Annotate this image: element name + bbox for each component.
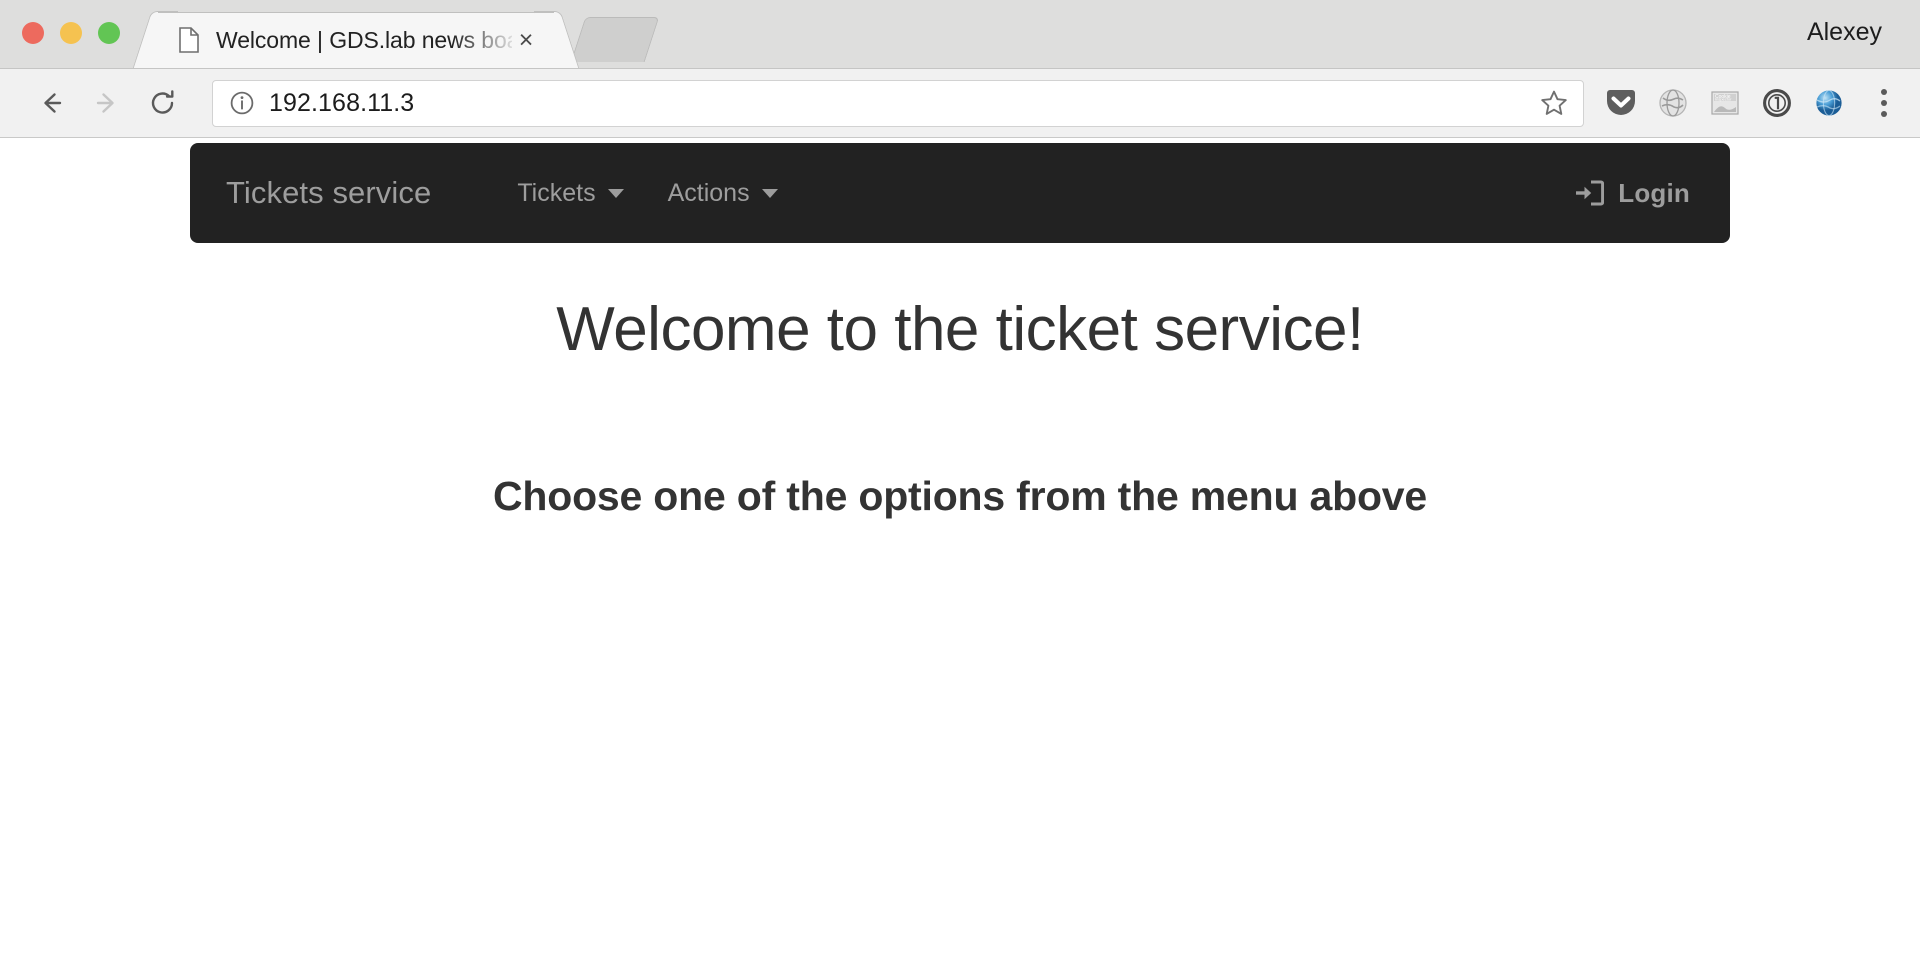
reload-button[interactable]	[140, 80, 186, 126]
globe-grey-icon[interactable]	[1652, 82, 1694, 124]
chrome-menu-button[interactable]	[1866, 82, 1902, 124]
chevron-down-icon	[761, 188, 778, 198]
nav-item-tickets[interactable]: Tickets	[495, 143, 645, 243]
browser-tab-inactive[interactable]	[570, 17, 660, 62]
onepassword-icon[interactable]	[1756, 82, 1798, 124]
svg-text:Inspector: Inspector	[1715, 97, 1732, 102]
page-subtitle: Choose one of the options from the menu …	[492, 473, 1428, 519]
close-window-button[interactable]	[22, 22, 44, 44]
tab-title: Welcome | GDS.lab news board	[216, 26, 512, 53]
page-content: Welcome to the ticket service! Choose on…	[0, 248, 1920, 520]
tab-strip: Welcome | GDS.lab news board × Alexey	[0, 0, 1920, 69]
navbar-menu: Tickets Actions	[495, 143, 1560, 243]
nav-item-actions-label: Actions	[667, 178, 750, 207]
login-button[interactable]: Login	[1560, 178, 1704, 209]
reload-icon	[151, 90, 174, 114]
forward-arrow-icon	[96, 93, 114, 113]
star-icon[interactable]	[1539, 88, 1569, 118]
back-arrow-icon	[44, 93, 62, 113]
page-viewport: Tickets service Tickets Actions Login We…	[0, 138, 1920, 980]
menu-dot	[1881, 100, 1887, 106]
extension-icons: Cookie Inspector	[1594, 82, 1902, 124]
document-icon	[178, 27, 200, 53]
profile-name[interactable]: Alexey	[1807, 18, 1882, 47]
forward-button[interactable]	[84, 80, 130, 126]
site-navbar: Tickets service Tickets Actions Login	[190, 143, 1730, 243]
nav-item-actions[interactable]: Actions	[646, 143, 800, 243]
back-button[interactable]	[28, 80, 74, 126]
nav-item-tickets-label: Tickets	[517, 178, 596, 207]
page-title: Welcome to the ticket service!	[556, 295, 1364, 364]
tab-top-border	[158, 12, 554, 13]
browser-window: Welcome | GDS.lab news board × Alexey 19…	[0, 0, 1920, 980]
globe-blue-icon[interactable]	[1808, 82, 1850, 124]
login-label: Login	[1618, 177, 1690, 208]
menu-dot	[1881, 111, 1887, 117]
menu-dot	[1881, 89, 1887, 95]
maximize-window-button[interactable]	[98, 22, 120, 44]
browser-tab-active[interactable]: Welcome | GDS.lab news board ×	[158, 12, 554, 68]
info-circle-icon[interactable]	[229, 90, 255, 116]
pocket-icon[interactable]	[1600, 82, 1642, 124]
browser-toolbar: 192.168.11.3 Cookie Inspector	[0, 69, 1920, 138]
navbar-brand[interactable]: Tickets service	[226, 175, 431, 211]
chevron-down-icon	[607, 188, 624, 198]
address-bar[interactable]: 192.168.11.3	[212, 79, 1584, 127]
tabs-area: Welcome | GDS.lab news board ×	[158, 8, 660, 68]
close-tab-button[interactable]: ×	[512, 26, 540, 54]
navbar-right: Login	[1560, 178, 1704, 209]
sign-in-icon	[1574, 179, 1605, 207]
window-controls	[22, 22, 120, 44]
cookie-inspector-icon[interactable]: Cookie Inspector	[1704, 82, 1746, 124]
url-text[interactable]: 192.168.11.3	[269, 89, 1539, 118]
minimize-window-button[interactable]	[60, 22, 82, 44]
